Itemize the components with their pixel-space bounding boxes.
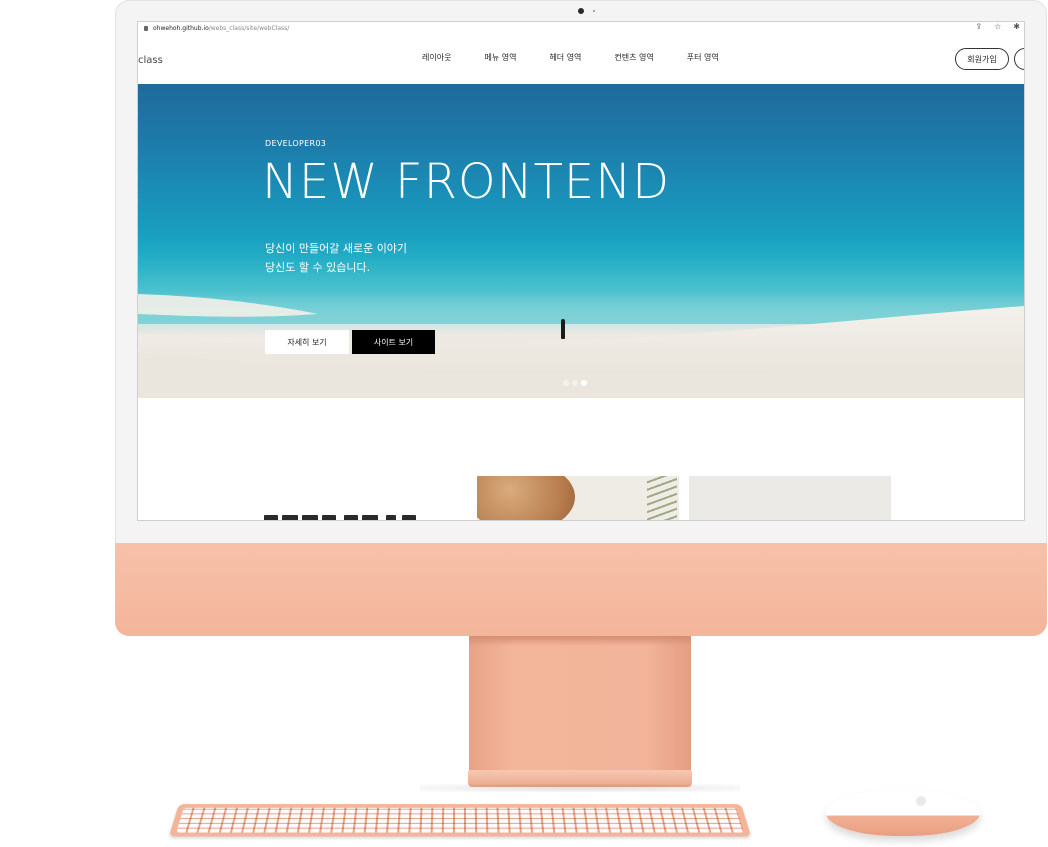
screen: ohwehoh.github.io/webs_class/site/webCla…	[138, 22, 1024, 520]
sensor-dot	[593, 10, 595, 12]
person-on-beach	[561, 319, 565, 339]
main-nav: 레이아웃 메뉴 영역 헤더 영역 컨텐츠 영역 푸터 영역	[422, 52, 752, 63]
nav-item-footer[interactable]: 푸터 영역	[687, 52, 719, 63]
extension-icon[interactable]: ✱	[1013, 22, 1020, 31]
url-text[interactable]: ohwehoh.github.io/webs_class/site/webCla…	[153, 25, 289, 32]
hero-desc-line2: 당신도 할 수 있습니다.	[265, 261, 371, 274]
keyboard-keys	[176, 807, 744, 833]
url-host: ohwehoh.github.io	[153, 24, 209, 32]
nav-item-layout[interactable]: 레이아웃	[422, 52, 451, 63]
content-section	[138, 398, 1024, 520]
section-heading-cropped	[264, 512, 434, 520]
slider-dot-1[interactable]	[563, 380, 569, 386]
site-button[interactable]: 사이트 보기	[352, 330, 435, 354]
signup-button[interactable]: 회원가입	[955, 48, 1009, 70]
slider-dot-2[interactable]	[572, 380, 578, 386]
site-logo[interactable]: class	[138, 55, 163, 66]
nav-item-contents[interactable]: 컨텐츠 영역	[614, 52, 653, 63]
content-card-image-bread[interactable]	[477, 476, 679, 520]
hero-subtitle: DEVELOPER03	[265, 139, 327, 148]
content-card-image[interactable]	[689, 476, 891, 520]
bread-image	[477, 476, 575, 520]
nav-item-menu[interactable]: 메뉴 영역	[484, 52, 516, 63]
mouse	[826, 790, 980, 836]
hero-description: 당신이 만들어갈 새로운 이야기 당신도 할 수 있습니다.	[265, 239, 407, 277]
hero-slider: DEVELOPER03 NEW FRONTEND 당신이 만들어갈 새로운 이야…	[138, 84, 1024, 398]
camera-icon	[578, 8, 584, 14]
hero-desc-line1: 당신이 만들어갈 새로운 이야기	[265, 242, 408, 255]
site-header: class 레이아웃 메뉴 영역 헤더 영역 컨텐츠 영역 푸터 영역 회원가입	[138, 34, 1024, 84]
hero-title: NEW FRONTEND	[262, 154, 671, 210]
lock-icon	[144, 25, 148, 31]
share-icon[interactable]: ⇪	[975, 22, 982, 31]
star-icon[interactable]: ☆	[994, 22, 1001, 31]
monitor-stand	[469, 636, 691, 772]
slider-dots	[563, 380, 587, 386]
monitor-chin	[115, 543, 1047, 636]
login-button[interactable]	[1014, 48, 1024, 70]
stand-shadow	[420, 784, 740, 792]
herb-image	[647, 476, 677, 520]
url-path: /webs_class/site/webClass/	[208, 24, 290, 32]
slider-dot-3[interactable]	[581, 380, 587, 386]
nav-item-header[interactable]: 헤더 영역	[549, 52, 581, 63]
keyboard	[168, 804, 752, 837]
apple-logo-icon	[916, 796, 926, 806]
detail-button[interactable]: 자세히 보기	[265, 330, 349, 354]
